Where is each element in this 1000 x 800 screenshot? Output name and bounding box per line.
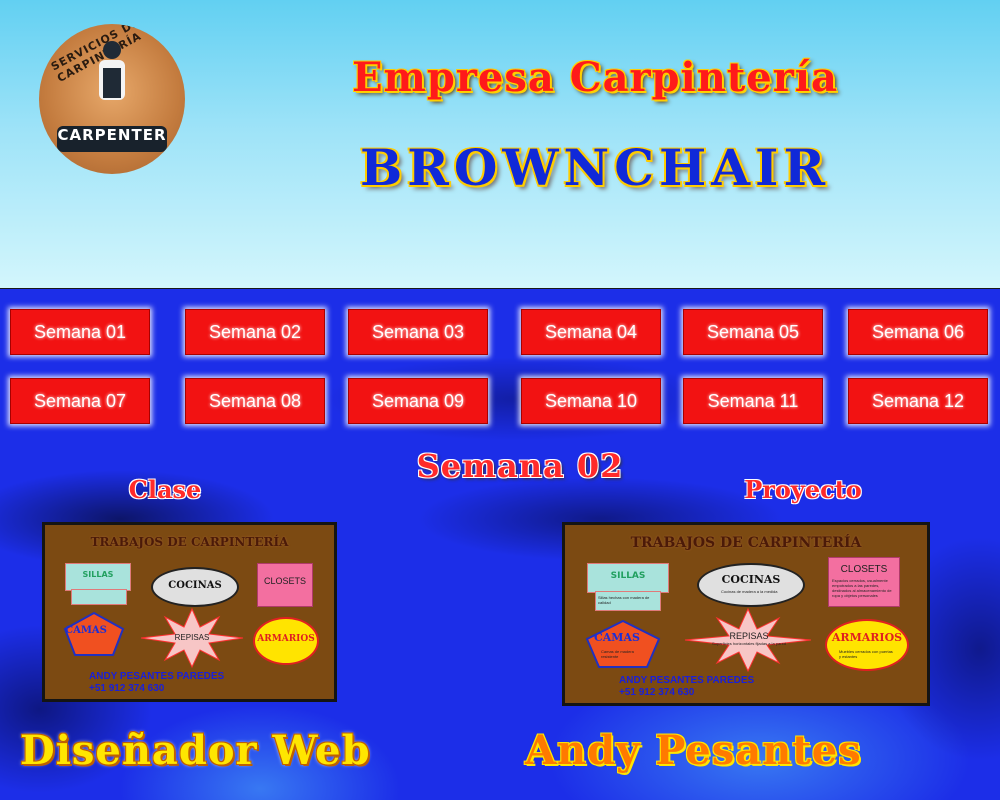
header: SERVICIOS DE CARPINTERÍA CARPENTER Empre…	[0, 0, 1000, 289]
week-button-11[interactable]: Semana 11	[683, 378, 823, 424]
author-name: ANDY PESANTES PAREDES	[619, 675, 755, 686]
main-content: Semana 01 Semana 02 Semana 03 Semana 04 …	[0, 289, 1000, 800]
footer-role: Diseñador Web	[20, 727, 371, 774]
cocinas-desc: Cocinas de madera a la medida	[721, 589, 778, 594]
week-button-01[interactable]: Semana 01	[10, 309, 150, 355]
week-button-07[interactable]: Semana 07	[10, 378, 150, 424]
camas-label-wrap: CAMAS	[63, 625, 109, 636]
camas-pentagon-icon	[585, 619, 661, 668]
sillas-label: SILLAS	[82, 570, 114, 579]
carpenter-logo[interactable]: SERVICIOS DE CARPINTERÍA CARPENTER	[39, 24, 185, 174]
card-title: TRABAJOS DE CARPINTERÍA	[630, 535, 862, 551]
sillas-desc-box	[71, 589, 127, 605]
week-button-03[interactable]: Semana 03	[348, 309, 488, 355]
camas-label-wrap: CAMAS	[587, 631, 647, 644]
armarios-label: ARMARIOS	[831, 631, 903, 644]
class-thumbnail[interactable]: TRABAJOS DE CARPINTERÍA SILLAS COCINAS C…	[42, 522, 337, 702]
cocinas-label: COCINAS	[721, 573, 781, 586]
cocinas-label: COCINAS	[168, 580, 222, 591]
sillas-desc: Sillas hechas con madera de calidad	[598, 595, 650, 605]
author-phone: +51 912 374 630	[89, 683, 165, 694]
camas-label: CAMAS	[65, 625, 107, 636]
repisas-label-wrap: REPISAS Superficies horizontales fijadas…	[705, 631, 793, 646]
repisas-desc: Superficies horizontales fijadas a la pa…	[711, 641, 787, 646]
closets-box: CLOSETS Espacios cerrados, usualmente em…	[828, 557, 900, 607]
week-button-09[interactable]: Semana 09	[348, 378, 488, 424]
footer-name: Andy Pesantes	[525, 727, 862, 774]
week-button-10[interactable]: Semana 10	[521, 378, 661, 424]
class-heading: Clase	[128, 475, 202, 504]
company-title: Empresa Carpintería	[352, 54, 838, 101]
armarios-desc: Muebles cerrados con puertas y estantes	[839, 649, 893, 659]
author-phone: +51 912 374 630	[619, 687, 695, 698]
repisas-label: REPISAS	[174, 633, 210, 642]
week-button-08[interactable]: Semana 08	[185, 378, 325, 424]
logo-badge-text: CARPENTER	[57, 126, 167, 144]
closets-label: CLOSETS	[840, 564, 888, 575]
card-title: TRABAJOS DE CARPINTERÍA	[90, 535, 289, 549]
camas-desc: Camas de madera resistente	[601, 649, 634, 659]
repisas-label: REPISAS	[729, 631, 769, 641]
week-button-04[interactable]: Semana 04	[521, 309, 661, 355]
closets-label: CLOSETS	[263, 576, 306, 586]
project-thumbnail[interactable]: TRABAJOS DE CARPINTERÍA SILLAS Sillas he…	[562, 522, 930, 706]
sillas-label: SILLAS	[610, 571, 646, 581]
week-button-05[interactable]: Semana 05	[683, 309, 823, 355]
cocinas-oval: COCINAS Cocinas de madera a la medida	[697, 563, 805, 607]
week-heading: Semana 02	[416, 447, 624, 485]
company-brand: BROWNCHAIR	[360, 138, 830, 197]
closets-desc: Espacios cerrados, usualmente empotrados…	[832, 578, 892, 598]
armarios-label: ARMARIOS	[257, 634, 315, 644]
sillas-box: SILLAS	[587, 563, 669, 593]
armarios-oval: ARMARIOS	[253, 617, 319, 665]
week-button-06[interactable]: Semana 06	[848, 309, 988, 355]
armarios-oval: ARMARIOS Muebles cerrados con puertas y …	[825, 619, 909, 671]
carpenter-figure-icon	[99, 41, 125, 100]
cocinas-oval: COCINAS	[151, 567, 239, 607]
camas-label: CAMAS	[594, 631, 640, 644]
week-button-12[interactable]: Semana 12	[848, 378, 988, 424]
closets-box: CLOSETS	[257, 563, 313, 607]
sillas-box: SILLAS	[65, 563, 131, 591]
project-heading: Proyecto	[744, 475, 862, 504]
author-name: ANDY PESANTES PAREDES	[89, 671, 225, 682]
week-button-02[interactable]: Semana 02	[185, 309, 325, 355]
repisas-label-wrap: REPISAS	[155, 633, 229, 642]
sillas-desc-box: Sillas hechas con madera de calidad	[595, 591, 661, 611]
